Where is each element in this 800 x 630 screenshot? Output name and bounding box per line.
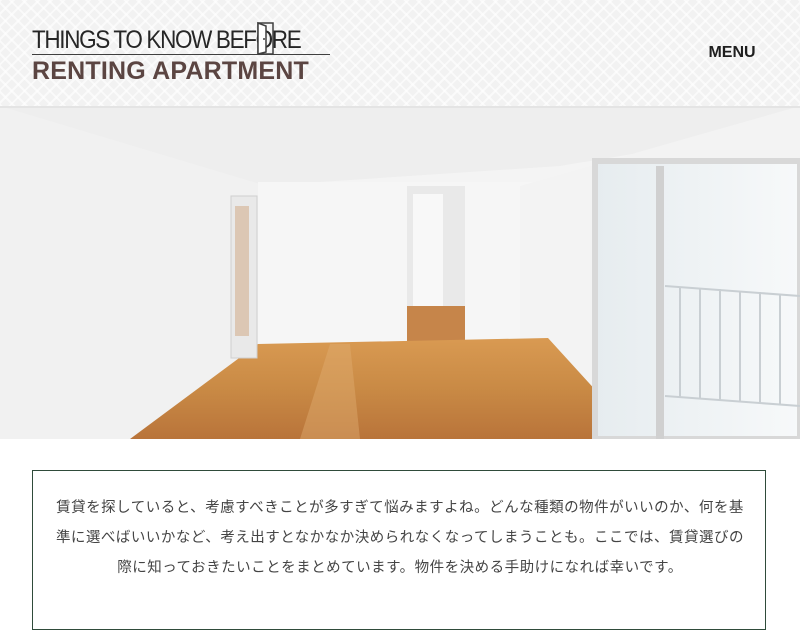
- logo-title: RENTING APARTMENT: [32, 57, 309, 85]
- site-logo[interactable]: THINGS TO KNOW BEFORE RENTING APARTMENT: [32, 21, 332, 86]
- room-photo: [0, 106, 800, 439]
- intro-text: 賃貸を探していると、考慮すべきことが多すぎて悩みますよね。どんな種類の物件がいい…: [55, 500, 745, 576]
- logo-divider: [32, 54, 330, 55]
- intro-box: 賃貸を探していると、考慮すべきことが多すぎて悩みますよね。どんな種類の物件がいい…: [32, 470, 766, 630]
- menu-button[interactable]: MENU: [700, 40, 764, 66]
- door-icon: [256, 21, 276, 55]
- site-header: THINGS TO KNOW BEFORE RENTING APARTMENT …: [0, 0, 800, 106]
- hero-image: [0, 106, 800, 439]
